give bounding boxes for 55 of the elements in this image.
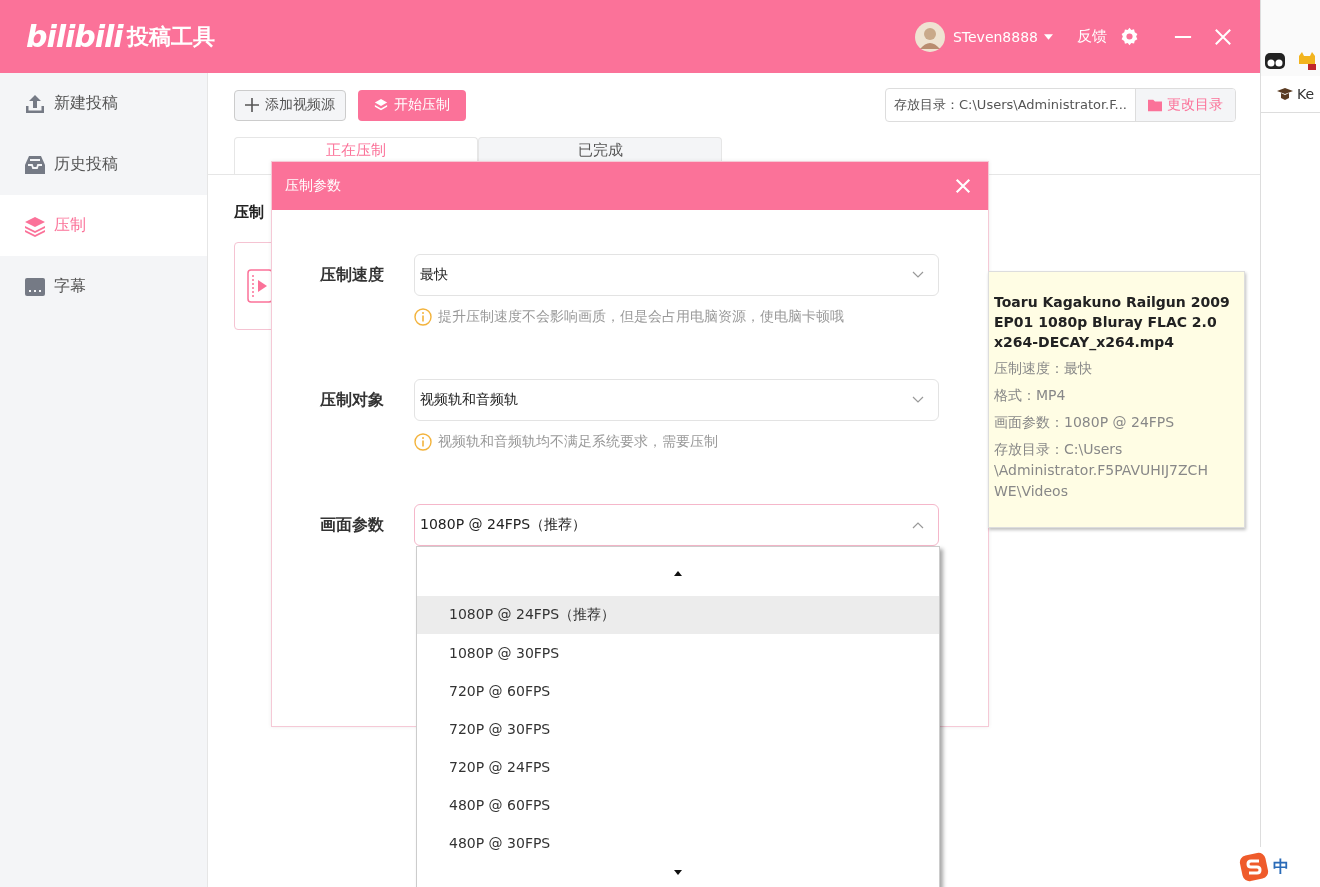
tooltip-line: 压制速度：最快	[994, 359, 1093, 378]
cat-icon[interactable]	[1296, 50, 1318, 72]
dropdown-option[interactable]: 720P @ 24FPS	[417, 748, 939, 786]
tooltip-line: 存放目录：C:\Users \Administrator.F5PAVUHIJ7ZCH WE\Videos	[994, 440, 1209, 501]
dialog-title: 压制参数	[285, 177, 341, 195]
input-mode[interactable]: 中	[1273, 856, 1289, 878]
select-field[interactable]: 视频轨和音频轨	[414, 379, 939, 421]
field-label: 压制对象	[320, 389, 385, 411]
app-title: 投稿工具	[126, 22, 215, 51]
file-name: Toaru Kagakuno Railgun 2009 EP01 1080p Bluray FLAC 2.0 x264-DECAY_x264.mp4	[994, 293, 1231, 352]
logo: bilibili	[26, 19, 123, 54]
select-field[interactable]: 1080P @ 24FPS（推荐）	[414, 504, 939, 546]
field-label: 压制速度	[320, 264, 385, 286]
upload-icon	[24, 92, 46, 115]
sidebar-item[interactable]: 字幕	[0, 256, 207, 317]
chevron-down-icon	[912, 271, 924, 279]
close-icon[interactable]	[954, 177, 972, 195]
chevron-down-icon	[912, 396, 924, 404]
dropdown-option[interactable]: 720P @ 30FPS	[417, 710, 939, 748]
dropdown-option[interactable]: 480P @ 30FPS	[417, 824, 939, 862]
scroll-up-icon[interactable]	[674, 571, 682, 576]
add-video-button[interactable]: 添加视频源	[234, 89, 346, 121]
scroll-down-icon[interactable]	[674, 870, 682, 875]
input-method-icon[interactable]	[1239, 852, 1269, 882]
directory-path: 存放目录：C:\Users\Administrator.F...	[893, 96, 1128, 114]
section-heading: 压制	[234, 203, 265, 222]
dropdown-option[interactable]: 1080P @ 24FPS（推荐）	[417, 596, 939, 634]
extension-icon[interactable]	[1264, 50, 1286, 72]
dropdown-option[interactable]: 1080P @ 30FPS	[417, 634, 939, 672]
info-icon	[414, 433, 432, 451]
bookmark[interactable]: Ke	[1261, 76, 1320, 113]
settings-icon[interactable]	[1119, 26, 1140, 47]
hint-text: 视频轨和音频轨均不满足系统要求，需要压制	[438, 433, 718, 451]
layers-icon	[24, 214, 46, 237]
caret-icon[interactable]	[1044, 33, 1053, 40]
folder-icon	[1148, 98, 1162, 112]
plus-icon	[245, 98, 259, 112]
close-icon[interactable]	[1214, 27, 1232, 46]
hat-icon	[1277, 88, 1293, 100]
chevron-up-icon	[912, 521, 924, 529]
dropdown-option[interactable]: 480P @ 60FPS	[417, 786, 939, 824]
dropdown-option[interactable]: 720P @ 60FPS	[417, 672, 939, 710]
sidebar-item[interactable]: 新建投稿	[0, 73, 207, 134]
directory-field[interactable]: 存放目录：C:\Users\Administrator.F... 更改目录	[885, 88, 1236, 122]
subtitle-icon	[24, 275, 46, 298]
avatar[interactable]	[914, 21, 945, 52]
tooltip-line: 格式：MP4	[994, 386, 1067, 405]
layers-icon	[374, 98, 388, 112]
sidebar-item[interactable]: 历史投稿	[0, 134, 207, 195]
select-field[interactable]: 最快	[414, 254, 939, 296]
info-icon	[414, 308, 432, 326]
field-label: 画面参数	[320, 514, 385, 536]
inbox-icon	[24, 153, 46, 176]
hint-text: 提升压制速度不会影响画质，但是会占用电脑资源，使电脑卡顿哦	[438, 308, 844, 326]
tooltip-line: 画面参数：1080P @ 24FPS	[994, 413, 1176, 432]
